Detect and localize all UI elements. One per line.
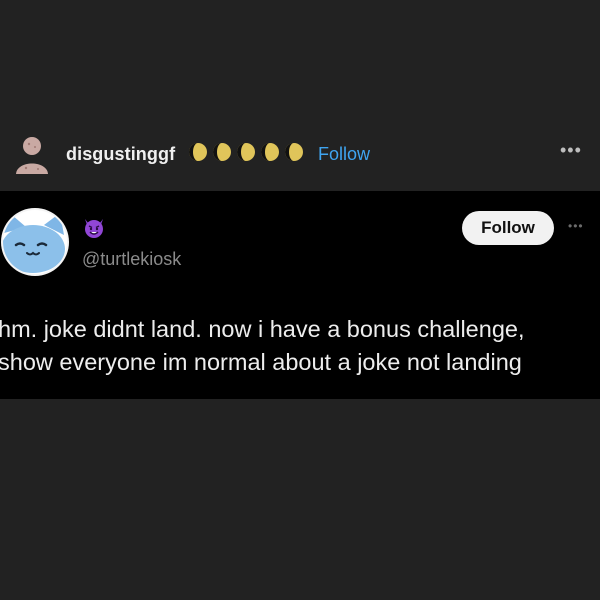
waning-moon-icon bbox=[189, 143, 207, 161]
post-header: disgustinggf Follow ••• bbox=[0, 128, 600, 180]
more-options-icon[interactable]: ••• bbox=[568, 219, 584, 233]
waning-moon-icon bbox=[237, 143, 255, 161]
cat-avatar-icon[interactable] bbox=[0, 207, 70, 277]
waning-moon-icon bbox=[261, 143, 279, 161]
more-options-icon[interactable]: ••• bbox=[560, 140, 582, 161]
tweet-text-line: hm. joke didnt land. now i have a bonus … bbox=[0, 316, 525, 342]
username-emojis bbox=[188, 142, 304, 164]
default-avatar-icon[interactable] bbox=[14, 134, 50, 174]
tweet-text-line: show everyone im normal about a joke not… bbox=[0, 349, 522, 375]
tweet-text: hm. joke didnt land. now i have a bonus … bbox=[0, 313, 600, 379]
smiling-devil-icon bbox=[85, 219, 103, 238]
waning-moon-icon bbox=[285, 143, 303, 161]
username[interactable]: disgustinggf bbox=[66, 144, 175, 165]
follow-button[interactable]: Follow bbox=[462, 211, 554, 245]
follow-link[interactable]: Follow bbox=[318, 144, 370, 165]
embedded-tweet: @turtlekiosk Follow ••• hm. joke didnt l… bbox=[0, 191, 600, 399]
waning-moon-icon bbox=[213, 143, 231, 161]
user-handle[interactable]: @turtlekiosk bbox=[82, 249, 181, 270]
